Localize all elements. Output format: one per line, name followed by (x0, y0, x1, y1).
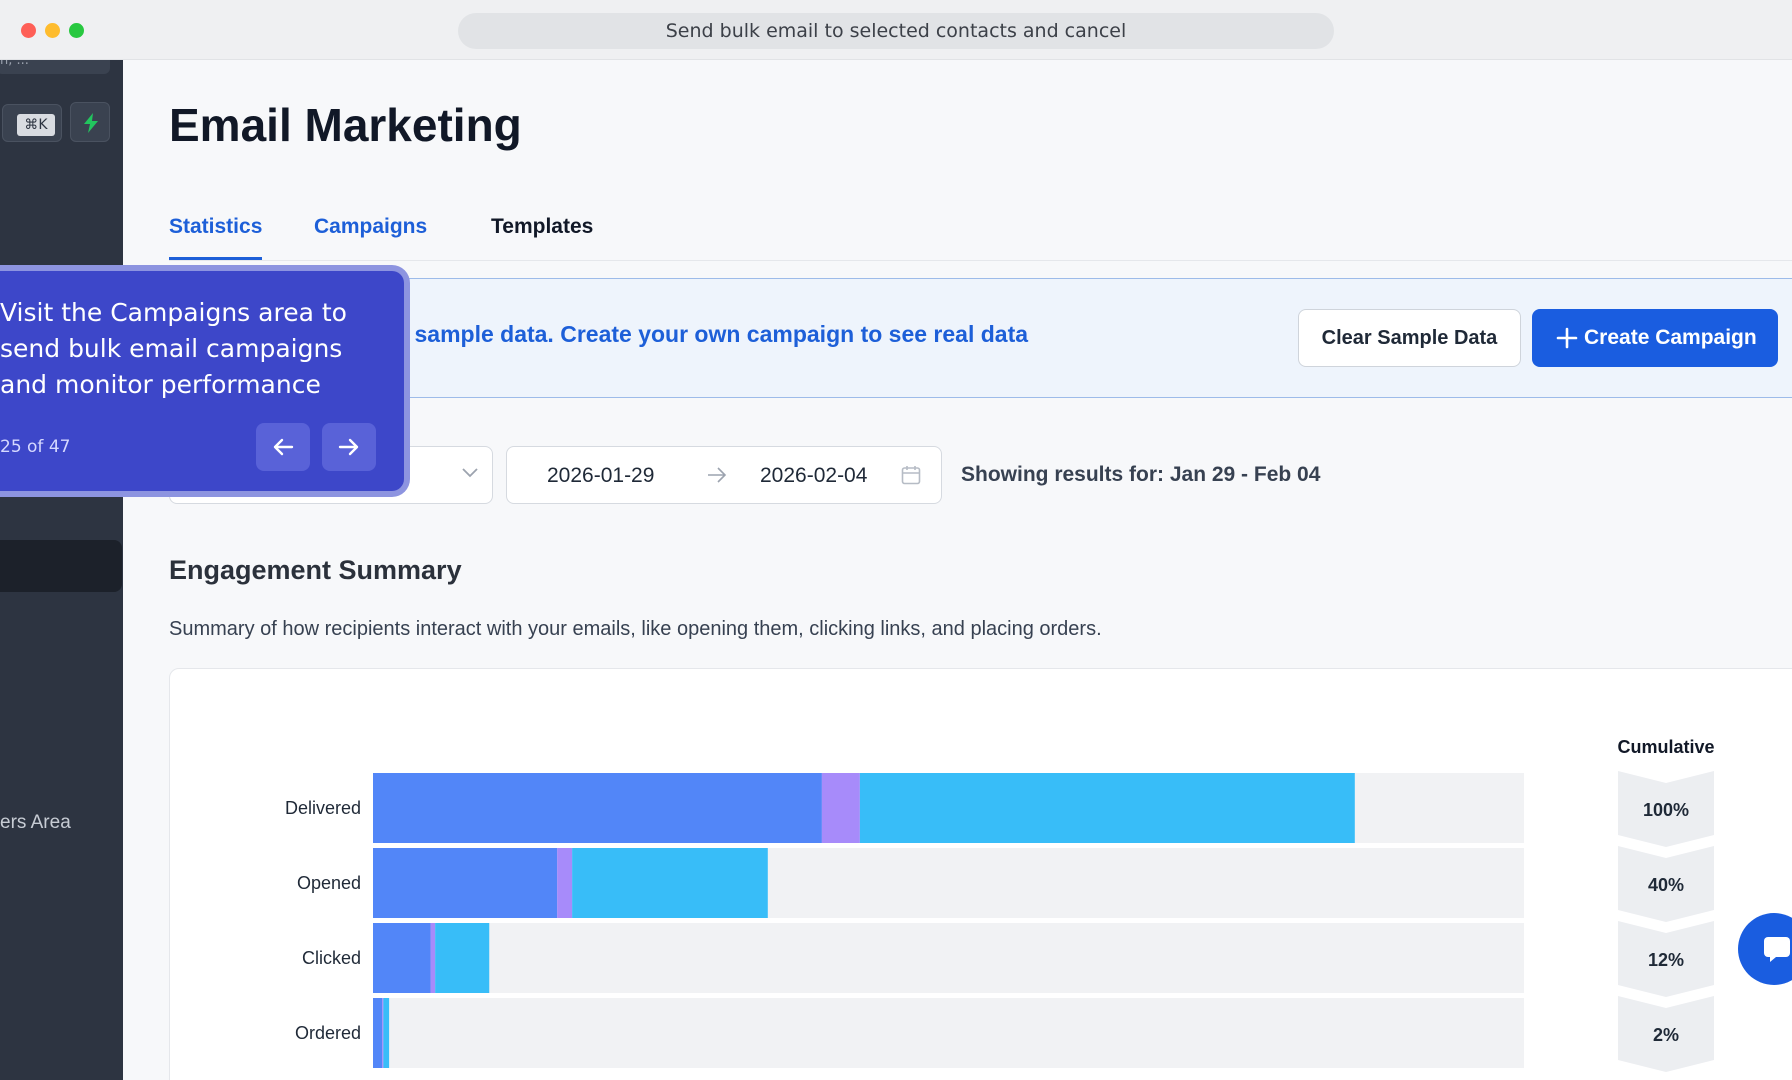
minimize-window-button[interactable] (45, 23, 60, 38)
cumulative-value: 12% (1648, 950, 1684, 970)
bar-segment (821, 773, 860, 843)
sample-data-banner: ng sample data. Create your own campaign… (169, 278, 1792, 398)
bar-segment (383, 998, 390, 1068)
close-window-button[interactable] (21, 23, 36, 38)
bolt-icon (84, 113, 98, 133)
page-title: Email Marketing (169, 99, 522, 151)
cumulative-value: 2% (1653, 1025, 1679, 1045)
engagement-summary-title: Engagement Summary (169, 555, 462, 585)
sidebar-item-active[interactable] (0, 540, 122, 592)
engagement-funnel-chart: Delivered 100% Opened 40% Clicked 12% Ordered 2… (285, 737, 1715, 1072)
category-label: Clicked (302, 948, 361, 968)
tab-campaigns[interactable]: Campaigns (314, 215, 427, 239)
date-range-picker[interactable]: 2026-01-29 2026-02-04 (506, 446, 942, 504)
sidebar: n, ... ⌘K ers Area (0, 60, 123, 1080)
engagement-chart-card: Delivered 100% Opened 40% Clicked 12% Ordered 2… (169, 668, 1792, 1080)
sidebar-search-input[interactable]: n, ... (0, 60, 110, 74)
banner-message: ng sample data. Create your own campaign… (380, 321, 1029, 347)
tour-message: Visit the Campaigns area to send bulk em… (0, 298, 347, 399)
bar-segment (430, 923, 436, 993)
main-content: Email Marketing Statistics Campaigns Tem… (123, 60, 1792, 1080)
shortcut-badge: ⌘K (17, 114, 55, 136)
create-campaign-button[interactable]: Create Campaign (1532, 309, 1778, 367)
tabs-divider (169, 260, 1792, 261)
engagement-summary-description: Summary of how recipients interact with … (169, 618, 1102, 640)
bar-track (373, 923, 1524, 993)
category-label: Opened (297, 873, 361, 893)
bar-track (373, 998, 1524, 1068)
tab-templates[interactable]: Templates (491, 215, 593, 239)
product-tour-popover: Visit the Campaigns area to send bulk em… (0, 265, 410, 497)
address-bar[interactable]: Send bulk email to selected contacts and… (458, 13, 1334, 49)
chevron-down-icon (462, 468, 478, 478)
bar-segment (373, 998, 383, 1068)
bar-segment (373, 848, 558, 918)
cumulative-value: 40% (1648, 875, 1684, 895)
plus-icon (1556, 327, 1578, 349)
bar-segment (435, 923, 490, 993)
category-label: Ordered (295, 1023, 361, 1043)
results-range-label: Showing results for: Jan 29 - Feb 04 (961, 463, 1321, 486)
cumulative-value: 100% (1643, 800, 1689, 820)
command-palette-button[interactable]: ⌘K (2, 104, 62, 142)
arrow-left-icon (273, 438, 294, 456)
bar-segment (557, 848, 573, 918)
category-label: Delivered (285, 798, 361, 818)
maximize-window-button[interactable] (69, 23, 84, 38)
bar-segment (572, 848, 768, 918)
end-date-input[interactable]: 2026-02-04 (760, 464, 867, 488)
calendar-icon (901, 466, 921, 485)
arrow-right-icon (338, 438, 359, 456)
window-titlebar: Send bulk email to selected contacts and… (0, 0, 1792, 60)
start-date-input[interactable]: 2026-01-29 (547, 464, 654, 488)
bar-segment (373, 923, 431, 993)
create-campaign-label: Create Campaign (1584, 326, 1757, 349)
sidebar-item-label[interactable]: ers Area (0, 812, 71, 834)
arrow-right-icon (708, 467, 727, 483)
cumulative-header: Cumulative (1617, 737, 1714, 757)
chat-icon (1764, 937, 1790, 962)
tour-step-counter: 25 of 47 (0, 437, 71, 457)
bar-segment (373, 773, 822, 843)
bar-segment (859, 773, 1355, 843)
tour-next-button[interactable] (322, 423, 376, 471)
tour-previous-button[interactable] (256, 423, 310, 471)
browser-window: Send bulk email to selected contacts and… (0, 0, 1792, 1080)
clear-sample-data-button[interactable]: Clear Sample Data (1298, 309, 1521, 367)
bar-segment (382, 998, 384, 1068)
tab-statistics[interactable]: Statistics (169, 215, 262, 239)
quick-action-button[interactable] (70, 102, 110, 142)
